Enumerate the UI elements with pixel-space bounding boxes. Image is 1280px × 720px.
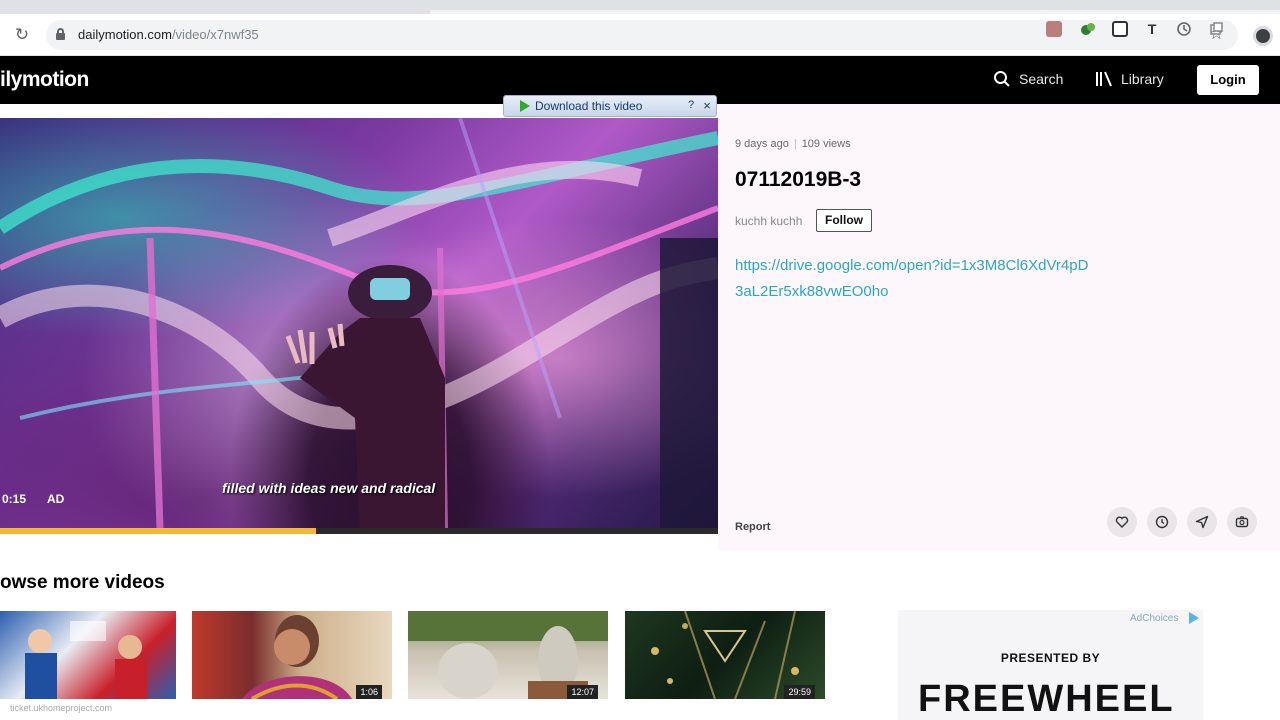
video-meta: 9 days ago | 109 views (735, 138, 851, 150)
text-extension-icon[interactable]: T (1144, 21, 1160, 37)
video-duration: 1:06 (356, 685, 382, 699)
thumbnail-image (25, 621, 147, 699)
progress-fill (0, 528, 316, 534)
download-video-label[interactable]: Download this video (535, 99, 642, 113)
adchoices-icon[interactable] (1189, 612, 1199, 624)
save-button[interactable] (1227, 507, 1257, 537)
extension-icon-clock[interactable] (1176, 21, 1192, 37)
profile-avatar[interactable] (1253, 26, 1273, 46)
video-duration: 29:59 (784, 685, 815, 699)
ad-brand-logo: FREEWHEEL (918, 678, 1175, 720)
ad-presented-by: PRESENTED BY (1000, 651, 1101, 665)
thumbnail-source-text: ticket.ukhomeproject.com (10, 703, 113, 713)
meta-separator: | (793, 138, 797, 150)
video-thumbnail-1[interactable] (0, 611, 176, 699)
video-info-panel: 9 days ago | 109 views 07112019B-3 kuchh k… (718, 104, 1280, 550)
site-logo[interactable]: ilymotion (0, 68, 89, 92)
url-path: /video/x7nwf35 (171, 27, 259, 42)
ad-banner[interactable]: AdChoices PRESENTED BY FREEWHEEL (898, 610, 1203, 720)
view-count: 109 views (801, 138, 851, 150)
ad-timecode: 0:15 (2, 492, 27, 506)
help-button[interactable]: ? (685, 99, 697, 113)
video-duration: 12:07 (567, 685, 598, 699)
search-icon (994, 71, 1010, 87)
follow-button[interactable]: Follow (816, 209, 872, 232)
search-label: Search (1019, 71, 1064, 87)
video-thumbnail-3[interactable]: 12:07 (408, 611, 608, 699)
adchoices-label[interactable]: AdChoices (1130, 613, 1178, 624)
library-icon (1096, 71, 1112, 87)
url-text: dailymotion.com/video/x7nwf35 (78, 27, 259, 42)
share-icon (1195, 515, 1209, 529)
extension-icon-2[interactable] (1080, 21, 1096, 37)
share-button[interactable] (1187, 507, 1217, 537)
search-nav[interactable]: Search (993, 70, 1063, 88)
extension-icon-1[interactable] (1046, 21, 1062, 37)
channel-name[interactable]: kuchh kuchh (735, 214, 802, 228)
save-icon (1235, 516, 1249, 528)
url-domain: dailymotion.com (78, 27, 172, 42)
play-icon (520, 100, 530, 112)
extension-icon-3[interactable] (1112, 21, 1128, 37)
video-player[interactable]: filled with ideas new and radical 0:15 A… (0, 118, 718, 534)
description-link[interactable]: https://drive.google.com/open?id=1x3M8Cl… (735, 253, 1095, 305)
report-link[interactable]: Report (735, 521, 770, 533)
video-thumbnail-4[interactable]: 29:59 (625, 611, 825, 699)
reload-icon[interactable]: ↻ (12, 25, 32, 45)
extension-icon-puzzle[interactable] (1208, 21, 1224, 37)
browse-more-heading: owse more videos (0, 572, 165, 593)
like-icon (1115, 516, 1129, 528)
lock-icon (56, 28, 65, 40)
screen: ↻ dailymotion.com/video/x7nwf35 ☆ T ilym… (0, 0, 1280, 720)
video-subtitle: filled with ideas new and radical (222, 480, 436, 496)
browser-tab-strip (0, 0, 1280, 14)
close-icon[interactable]: × (701, 98, 713, 113)
library-label: Library (1121, 71, 1164, 87)
video-frame (0, 118, 718, 534)
login-button[interactable]: Login (1197, 65, 1259, 95)
download-video-bar[interactable]: Download this video ? × (503, 95, 717, 117)
ad-label: AD (47, 492, 65, 506)
progress-bar[interactable] (0, 528, 718, 534)
video-title: 07112019B-3 (735, 168, 862, 191)
library-nav[interactable]: Library (1095, 70, 1164, 88)
like-button[interactable] (1107, 507, 1137, 537)
watch-later-icon (1155, 515, 1169, 529)
watch-later-button[interactable] (1147, 507, 1177, 537)
video-thumbnail-2[interactable]: 1:06 (192, 611, 392, 699)
posted-date: 9 days ago (735, 138, 789, 150)
